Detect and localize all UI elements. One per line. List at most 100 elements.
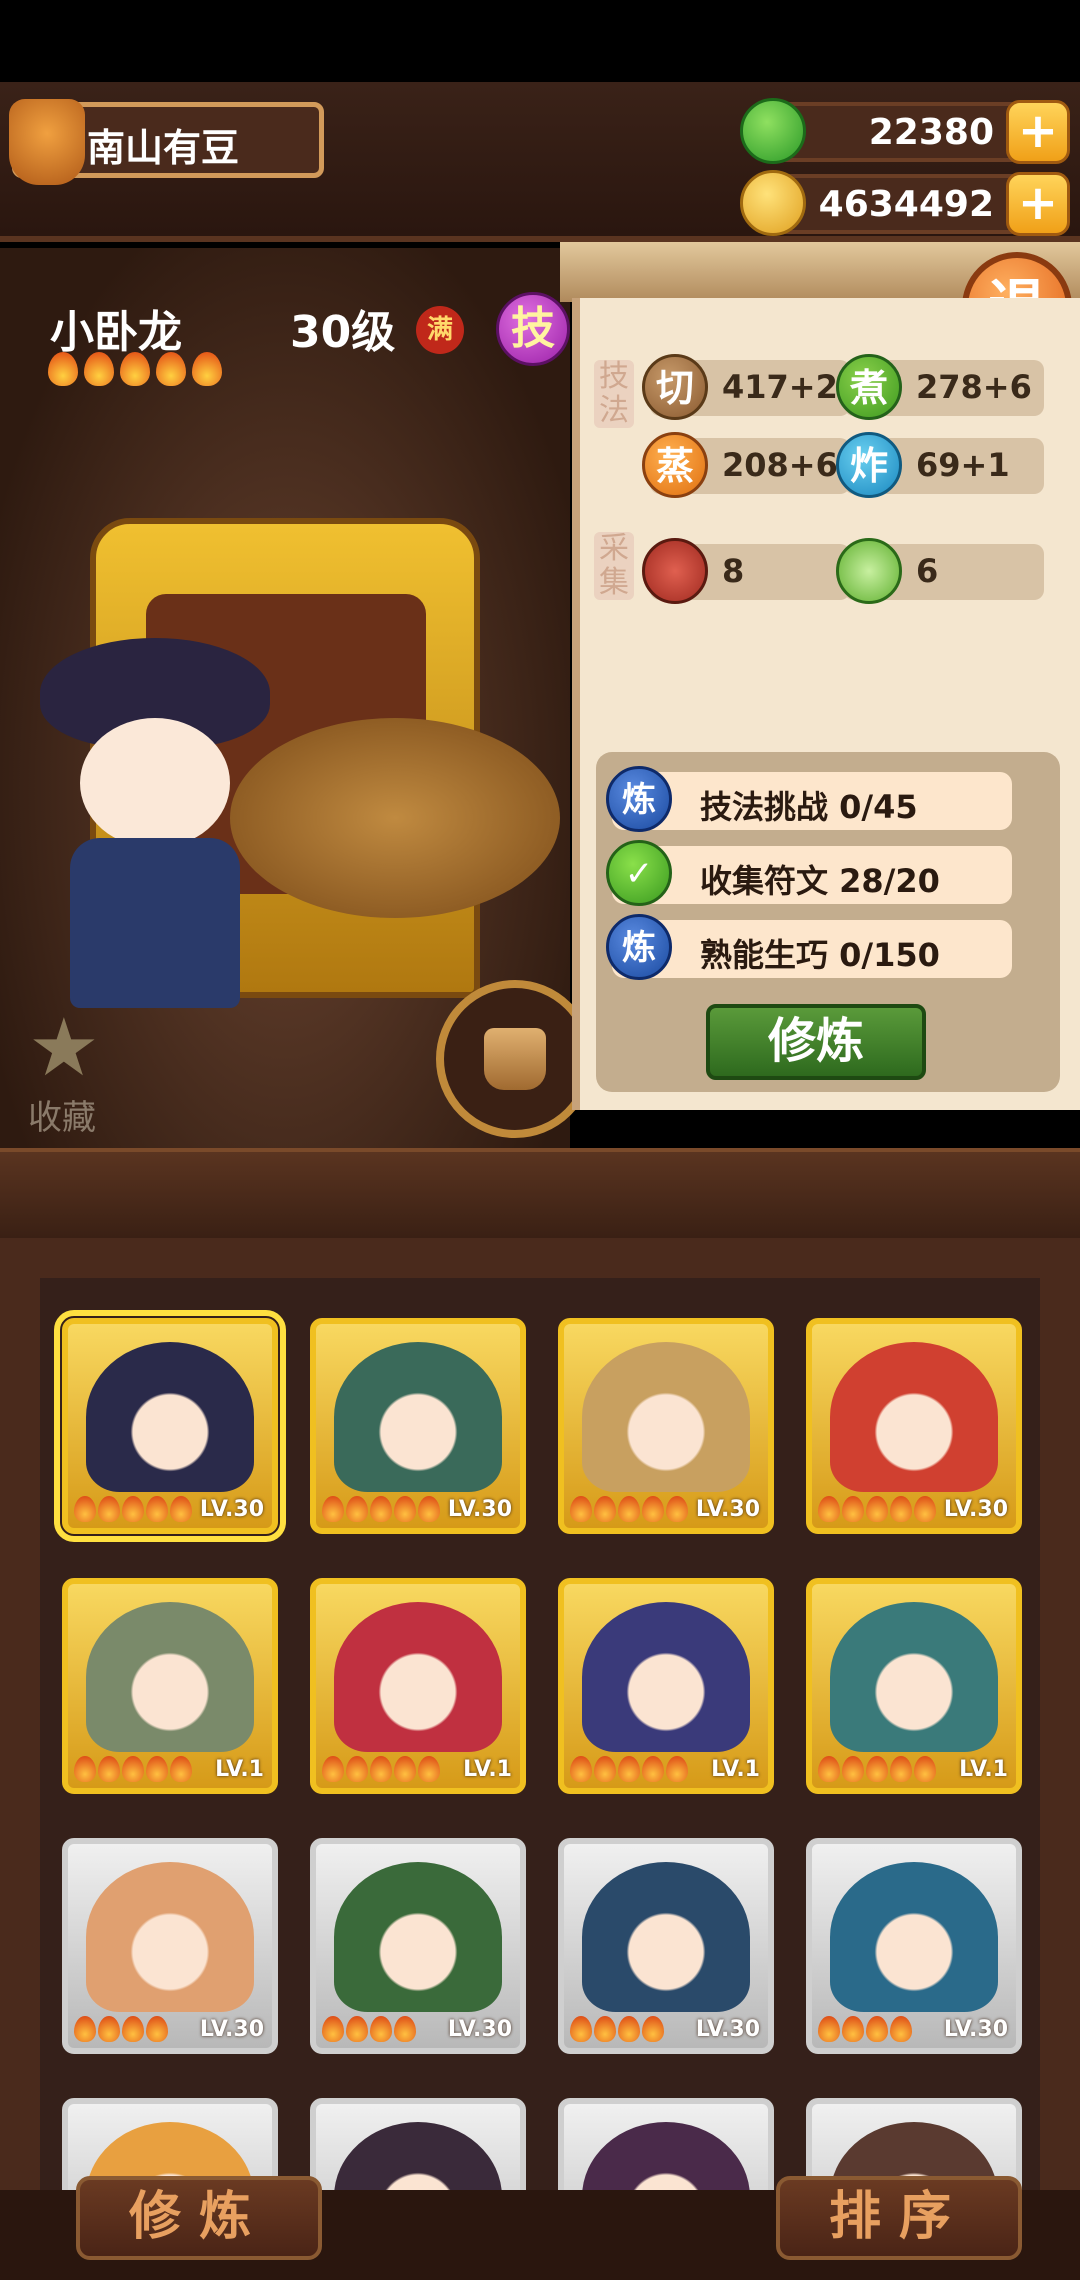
chef-level: LV.1: [463, 1757, 512, 1782]
task-practice[interactable]: 炼 熟能生巧 0/150: [606, 914, 1012, 980]
flame-star-icon: [370, 1756, 392, 1782]
chef-stars: [74, 1496, 192, 1522]
hero-stars: [48, 352, 222, 386]
flame-star-icon: [394, 1496, 416, 1522]
jade-icon: [740, 98, 806, 164]
stat-fry-value: 69+1: [916, 446, 1010, 484]
chef-portrait: [40, 638, 270, 1018]
refine-icon: 炼: [606, 914, 672, 980]
stat-cut: 切 417+2: [642, 354, 850, 420]
train-button[interactable]: 修炼: [706, 1004, 926, 1080]
flame-star-icon: [842, 2016, 864, 2042]
chef-card[interactable]: LV.1: [62, 1578, 278, 1794]
hero-name: 小卧龙: [50, 307, 182, 358]
chef-portrait-thumbnail: [334, 1862, 502, 2012]
chef-stars: [74, 2016, 168, 2042]
chef-card[interactable]: LV.30: [310, 1318, 526, 1534]
flame-star-icon: [322, 1496, 344, 1522]
refine-icon: 炼: [606, 766, 672, 832]
hero-display: 小卧龙 30级 满 技 ★ 收藏: [0, 248, 594, 1148]
player-name-tag[interactable]: 南山有豆: [9, 99, 324, 185]
favorite-label: 收藏: [28, 1098, 96, 1138]
chef-card[interactable]: LV.30: [806, 1318, 1022, 1534]
coin-resource: 4634492 +: [740, 170, 1070, 236]
coin-value: 4634492: [818, 184, 994, 225]
chef-card[interactable]: LV.30: [310, 1838, 526, 2054]
flame-star-icon: [818, 1496, 840, 1522]
flame-star-icon: [842, 1756, 864, 1782]
training-tasks: 炼 技法挑战 0/45 ✓ 收集符文 28/20 炼 熟能生巧 0/150 修炼: [596, 752, 1060, 1092]
chef-stars: [322, 1756, 440, 1782]
chef-card[interactable]: LV.30: [558, 1318, 774, 1534]
gather-meat-value: 8: [722, 552, 745, 590]
flame-star-icon: [666, 1756, 688, 1782]
chef-level: LV.30: [199, 2017, 264, 2042]
chef-card[interactable]: LV.30: [558, 1838, 774, 2054]
chef-robe: [70, 838, 240, 1008]
flame-star-icon: [394, 1756, 416, 1782]
flame-star-icon: [842, 1496, 864, 1522]
chef-card[interactable]: LV.30: [806, 1838, 1022, 2054]
shelf-divider: [0, 1148, 1080, 1238]
chef-card[interactable]: LV.1: [558, 1578, 774, 1794]
chef-roster: LV.30 LV.30 LV.30 LV.30 LV.1 LV.1 LV.1 LV.1 LV.3…: [0, 1238, 1080, 2280]
favorite-star-icon[interactable]: ★: [28, 1008, 108, 1088]
task-skill-challenge[interactable]: 炼 技法挑战 0/45: [606, 766, 1012, 832]
flame-star-icon: [594, 2016, 616, 2042]
player-name: 南山有豆: [87, 126, 240, 170]
flame-star-icon: [170, 1496, 192, 1522]
stat-boil: 煮 278+6: [836, 354, 1044, 420]
flame-star-icon: [48, 352, 78, 386]
skill-badge-button[interactable]: 技: [496, 292, 570, 366]
flame-star-icon: [818, 2016, 840, 2042]
chef-portrait-thumbnail: [334, 1342, 502, 1492]
chef-card[interactable]: LV.1: [310, 1578, 526, 1794]
stat-cut-value: 417+2: [722, 368, 838, 406]
chef-card[interactable]: LV.1: [806, 1578, 1022, 1794]
status-bar: [0, 0, 1080, 82]
flame-star-icon: [594, 1496, 616, 1522]
flame-star-icon: [122, 2016, 144, 2042]
flame-star-icon: [146, 1756, 168, 1782]
flame-star-icon: [890, 1496, 912, 1522]
flame-star-icon: [866, 2016, 888, 2042]
chef-level: LV.30: [447, 2017, 512, 2042]
steam-icon: 蒸: [642, 432, 708, 498]
chef-stars: [818, 2016, 912, 2042]
stat-steam: 蒸 208+64: [642, 432, 860, 498]
chef-card[interactable]: LV.30: [62, 1838, 278, 2054]
chef-level: LV.30: [943, 2017, 1008, 2042]
chef-portrait-thumbnail: [582, 1862, 750, 2012]
flame-star-icon: [642, 1756, 664, 1782]
check-icon: ✓: [606, 840, 672, 906]
chef-level: LV.30: [943, 1497, 1008, 1522]
flame-star-icon: [418, 1756, 440, 1782]
flame-star-icon: [192, 352, 222, 386]
flame-star-icon: [74, 2016, 96, 2042]
chef-stars: [74, 1756, 192, 1782]
boil-icon: 煮: [836, 354, 902, 420]
flame-star-icon: [346, 1756, 368, 1782]
flame-star-icon: [618, 2016, 640, 2042]
player-avatar[interactable]: [9, 99, 85, 185]
steamer-button[interactable]: [436, 980, 594, 1138]
hero-level: 30级: [290, 307, 396, 358]
flame-star-icon: [866, 1496, 888, 1522]
chef-face: [80, 718, 230, 848]
bottom-train-button[interactable]: 修炼: [76, 2176, 322, 2260]
chef-level: LV.30: [199, 1497, 264, 1522]
flame-star-icon: [156, 352, 186, 386]
chef-stars: [322, 2016, 416, 2042]
sort-button[interactable]: 排序: [776, 2176, 1022, 2260]
flame-star-icon: [642, 1496, 664, 1522]
add-jade-button[interactable]: +: [1006, 100, 1070, 164]
flame-star-icon: [146, 2016, 168, 2042]
chef-card[interactable]: LV.30: [54, 1310, 286, 1542]
chef-stars: [322, 1496, 440, 1522]
flame-star-icon: [170, 1756, 192, 1782]
add-coin-button[interactable]: +: [1006, 172, 1070, 236]
roster-grid: LV.30 LV.30 LV.30 LV.30 LV.1 LV.1 LV.1 LV.1 LV.3…: [40, 1278, 1040, 2280]
cut-icon: 切: [642, 354, 708, 420]
task-collect-runes[interactable]: ✓ 收集符文 28/20: [606, 840, 1012, 906]
chef-stars: [570, 1496, 688, 1522]
